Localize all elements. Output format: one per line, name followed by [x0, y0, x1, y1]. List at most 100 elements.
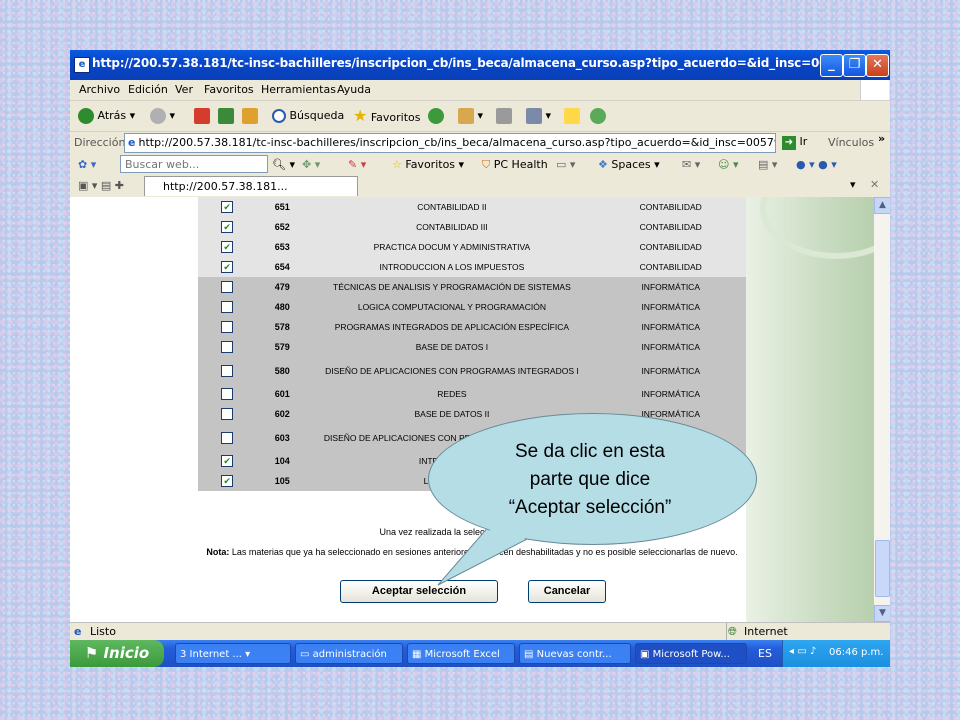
- search-go-icon[interactable]: 🔍︎ ▾: [272, 158, 295, 171]
- course-checkbox[interactable]: [221, 431, 234, 444]
- course-code: 104: [274, 456, 290, 466]
- print-button[interactable]: [496, 107, 512, 125]
- refresh-button[interactable]: [218, 107, 234, 125]
- menu-archivo[interactable]: Archivo: [79, 83, 120, 96]
- go-arrow-icon: ➜: [782, 136, 796, 150]
- help-icon[interactable]: ● ▾ ● ▾: [796, 158, 837, 171]
- history-button[interactable]: [428, 107, 444, 125]
- course-checkbox[interactable]: [221, 321, 234, 333]
- course-checkbox[interactable]: ✔: [221, 221, 234, 233]
- pencil-icon[interactable]: ✎ ▾: [348, 158, 366, 171]
- links-expand-icon[interactable]: »: [878, 132, 885, 145]
- tab-list-icon[interactable]: ▾: [850, 178, 856, 191]
- edit-button[interactable]: ▾: [526, 107, 551, 125]
- tab-bar: ▣ ▾ ▤ ✚ http://200.57.38.181... ▾ ✕: [70, 176, 890, 196]
- course-checkbox[interactable]: ✔: [221, 261, 234, 273]
- course-area: INFORMÁTICA: [641, 282, 700, 292]
- folder-icon: ▭: [300, 649, 313, 660]
- forward-button[interactable]: ▾: [150, 107, 175, 125]
- web-search-input[interactable]: [120, 155, 268, 173]
- vertical-scrollbar[interactable]: ▲ ▼: [874, 197, 890, 622]
- course-row: ✔ 654 INTRODUCCION A LOS IMPUESTOS CONTABIL…: [198, 257, 746, 277]
- course-code: 105: [274, 476, 290, 486]
- ie-page-icon: e: [128, 136, 136, 149]
- links-label[interactable]: Vínculos: [828, 136, 874, 149]
- spaces-link[interactable]: ❖ Spaces ▾: [598, 158, 660, 171]
- course-checkbox[interactable]: ✔: [221, 455, 234, 467]
- course-checkbox[interactable]: [221, 341, 234, 353]
- tab-tools-icon[interactable]: ▣ ▾ ▤ ✚: [78, 179, 124, 192]
- course-checkbox[interactable]: [221, 301, 234, 313]
- cancel-button[interactable]: Cancelar: [528, 580, 606, 603]
- search-button[interactable]: Búsqueda: [272, 107, 344, 125]
- course-row: ✔ 653 PRACTICA DOCUM Y ADMINISTRATIVA CONTA…: [198, 237, 746, 257]
- menu-edicion[interactable]: Edición: [128, 83, 168, 96]
- messenger-button[interactable]: [590, 107, 606, 125]
- windows-logo-icon: [860, 80, 889, 100]
- task-administracion[interactable]: ▭ administración: [295, 643, 403, 664]
- go-button[interactable]: ➜ Ir: [782, 135, 807, 150]
- language-indicator[interactable]: ES: [758, 647, 772, 660]
- minimize-button[interactable]: _: [820, 54, 843, 77]
- favorites-link[interactable]: ☆ Favoritos ▾: [392, 158, 464, 171]
- tab-current-page[interactable]: http://200.57.38.181...: [144, 176, 358, 196]
- menu-ayuda[interactable]: Ayuda: [337, 83, 371, 96]
- course-checkbox[interactable]: ✔: [221, 241, 234, 253]
- search-toolbar: ✿ ▾ 🔍︎ ▾ ✥ ▾ ✎ ▾ ☆ Favoritos ▾ ⛉ PC Heal…: [70, 154, 890, 176]
- course-name: REDES: [437, 389, 467, 399]
- course-area: CONTABILIDAD: [639, 222, 702, 232]
- course-name: DISEÑO DE APLICACIONES CON PROGRAMAS INT…: [325, 365, 579, 376]
- address-label: Dirección: [74, 136, 126, 149]
- favorites-button[interactable]: ★ Favoritos: [353, 107, 421, 125]
- accept-selection-button[interactable]: Aceptar selección: [340, 580, 498, 603]
- task-internet[interactable]: 3 Internet ... ▾: [175, 643, 291, 664]
- course-checkbox[interactable]: ✔: [221, 475, 234, 487]
- start-button[interactable]: ⚑ Inicio: [70, 640, 164, 667]
- menu-favoritos[interactable]: Favoritos: [204, 83, 254, 96]
- contacts-icon[interactable]: ☺ ▾: [718, 158, 739, 171]
- course-name: LOGICA COMPUTACIONAL Y PROGRAMACIÓN: [357, 302, 546, 312]
- tab-close-icon[interactable]: ✕: [870, 178, 879, 191]
- back-button[interactable]: Atrás ▾: [78, 107, 135, 125]
- home-button[interactable]: [242, 107, 258, 125]
- notes-button[interactable]: [564, 107, 580, 125]
- task-excel[interactable]: ▦ Microsoft Excel: [407, 643, 515, 664]
- course-checkbox[interactable]: [221, 408, 234, 420]
- course-code: 654: [274, 262, 290, 272]
- course-checkbox[interactable]: [221, 281, 234, 293]
- course-checkbox[interactable]: [221, 364, 234, 377]
- task-word[interactable]: ▤ Nuevas contr...: [519, 643, 631, 664]
- highlight-icon[interactable]: ✥ ▾: [302, 158, 320, 171]
- msn-icon: ✿ ▾: [78, 158, 97, 171]
- course-code: 479: [274, 282, 290, 292]
- close-button[interactable]: ✕: [866, 54, 889, 77]
- address-input[interactable]: e http://200.57.38.181/tc-insc-bachillere…: [124, 133, 776, 153]
- scroll-thumb[interactable]: [875, 540, 890, 597]
- feeds-icon[interactable]: ▤ ▾: [758, 158, 777, 171]
- menu-herramientas[interactable]: Herramientas: [261, 83, 336, 96]
- refresh-icon: [218, 108, 234, 124]
- pc-health-link[interactable]: ⛉ PC Health: [482, 158, 548, 172]
- star-icon: ★: [353, 106, 368, 125]
- tray-icons[interactable]: ◂ ▭ ♪: [789, 646, 816, 657]
- stop-icon: [194, 108, 210, 124]
- scroll-up-icon[interactable]: ▲: [874, 197, 890, 214]
- stop-button[interactable]: [194, 107, 210, 125]
- status-text: Listo: [90, 625, 116, 638]
- globe-icon: 🌐︎: [728, 625, 737, 638]
- maximize-button[interactable]: ❐: [843, 54, 866, 77]
- course-code: 578: [274, 322, 290, 332]
- mail-icon[interactable]: ✉ ▾: [682, 158, 700, 171]
- title-bar[interactable]: e http://200.57.38.181/tc-insc-bachiller…: [70, 50, 890, 80]
- scroll-down-icon[interactable]: ▼: [874, 605, 890, 622]
- window-title: http://200.57.38.181/tc-insc-bachilleres…: [92, 56, 865, 70]
- media-icon[interactable]: ▭ ▾: [556, 158, 575, 171]
- course-row: ✔ 651 CONTABILIDAD II CONTABILIDAD: [198, 197, 746, 217]
- mail-button[interactable]: ▾: [458, 107, 483, 125]
- course-checkbox[interactable]: ✔: [221, 201, 234, 213]
- course-row: ✔ 652 CONTABILIDAD III CONTABILIDAD: [198, 217, 746, 237]
- spaces-icon: ❖: [598, 158, 608, 171]
- course-checkbox[interactable]: [221, 388, 234, 400]
- menu-ver[interactable]: Ver: [175, 83, 193, 96]
- task-powerpoint[interactable]: ▣ Microsoft Pow...: [635, 643, 747, 664]
